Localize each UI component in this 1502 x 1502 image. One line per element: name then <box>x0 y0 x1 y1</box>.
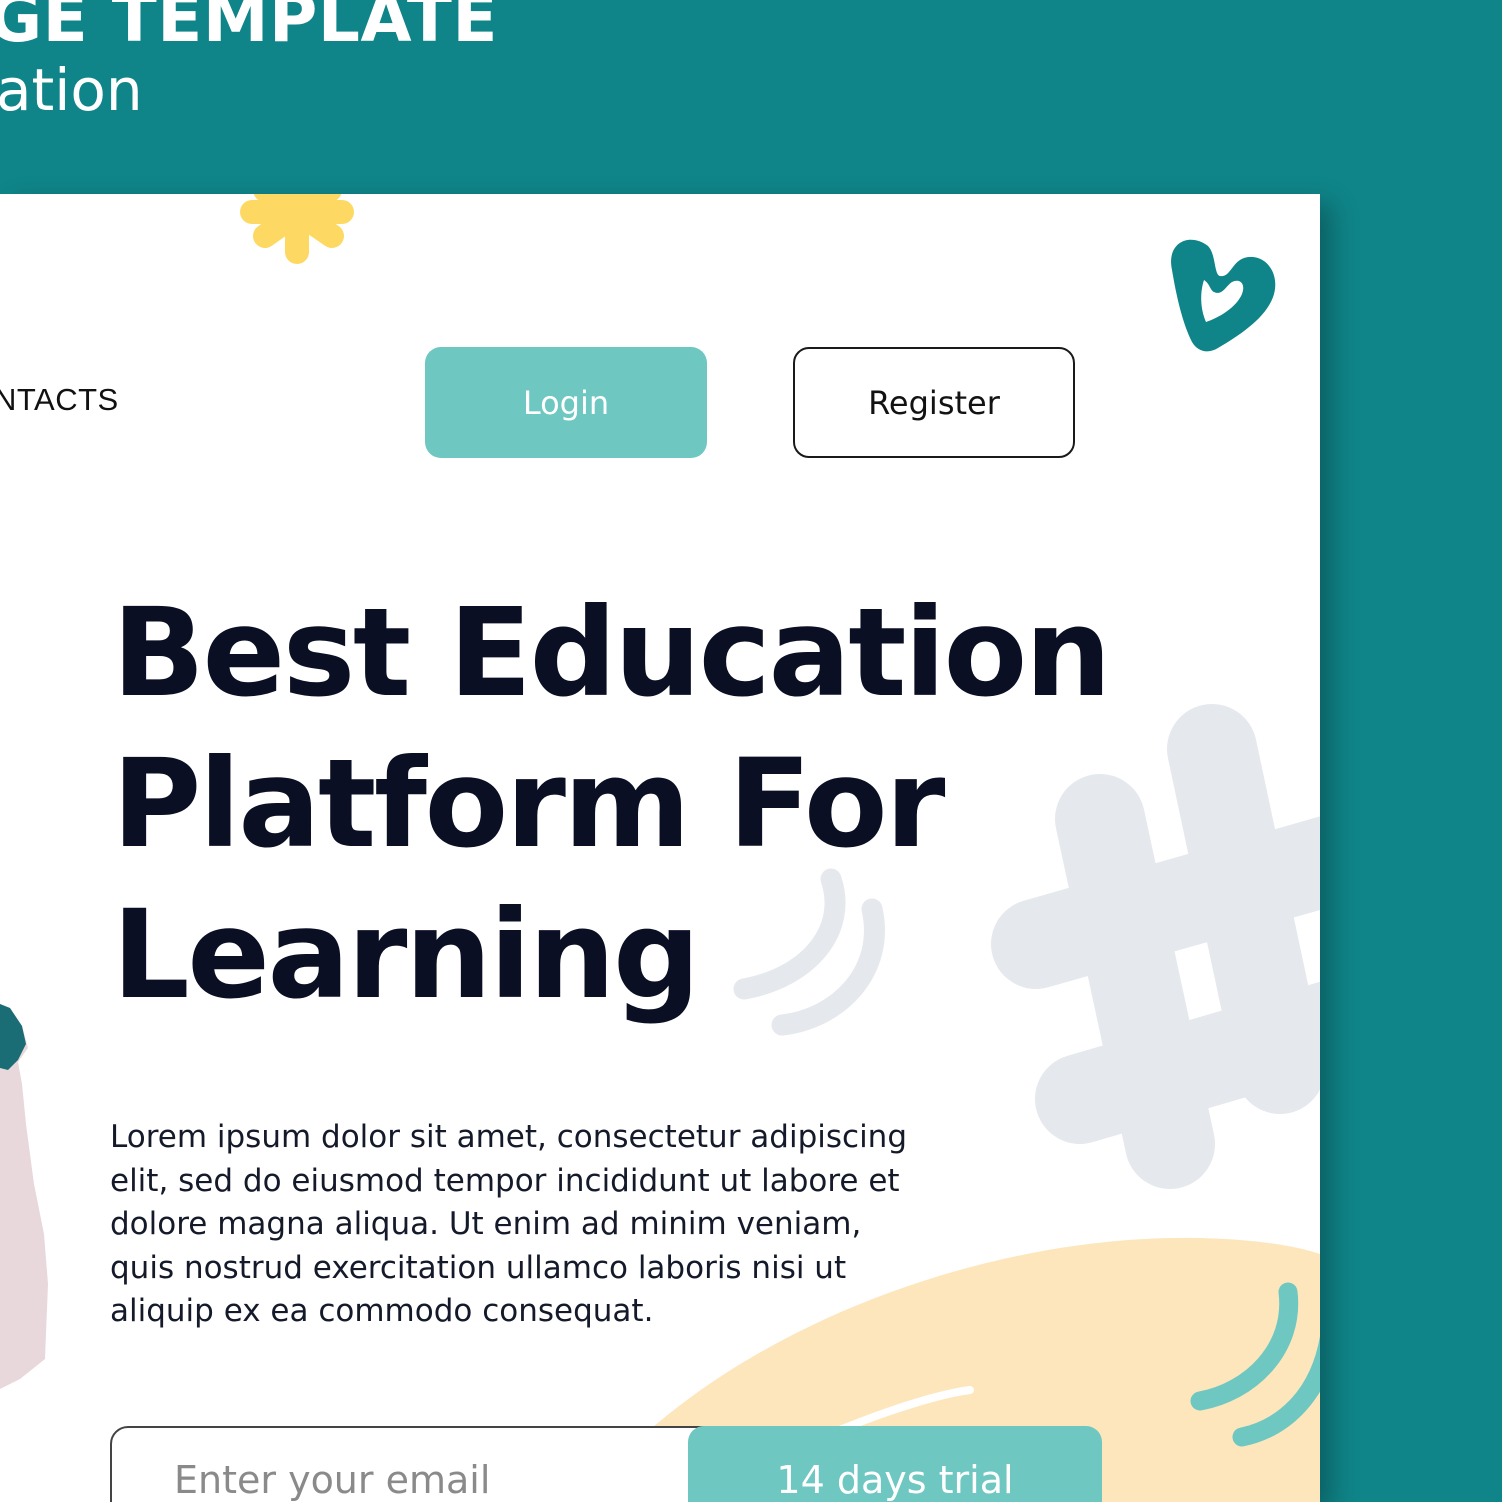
email-input[interactable] <box>174 1450 694 1502</box>
nav-contacts-link[interactable]: NTACTS <box>0 382 119 418</box>
banner-title: GE TEMPLATE <box>0 0 499 57</box>
heart-icon[interactable] <box>1160 232 1285 362</box>
register-button[interactable]: Register <box>793 347 1075 458</box>
headline-line-1: Best Education <box>112 582 1112 724</box>
teal-swoosh-lines <box>1190 1282 1320 1447</box>
asterisk-star-icon <box>240 194 354 264</box>
child-photo-fragment <box>0 1004 48 1389</box>
trial-button[interactable]: 14 days trial <box>688 1426 1102 1502</box>
email-field[interactable] <box>110 1426 730 1502</box>
banner-subtitle: ation <box>0 56 143 124</box>
hero-description: Lorem ipsum dolor sit amet, consectetur … <box>110 1119 908 1330</box>
login-button[interactable]: Login <box>425 347 707 458</box>
hero-headline: Best Education Platform For Learning <box>112 578 1172 1031</box>
landing-page-mockup: NTACTS Login Register Best Education Pla… <box>0 194 1320 1502</box>
headline-line-3: Learning <box>112 884 700 1026</box>
headline-line-2: Platform For <box>112 733 945 875</box>
